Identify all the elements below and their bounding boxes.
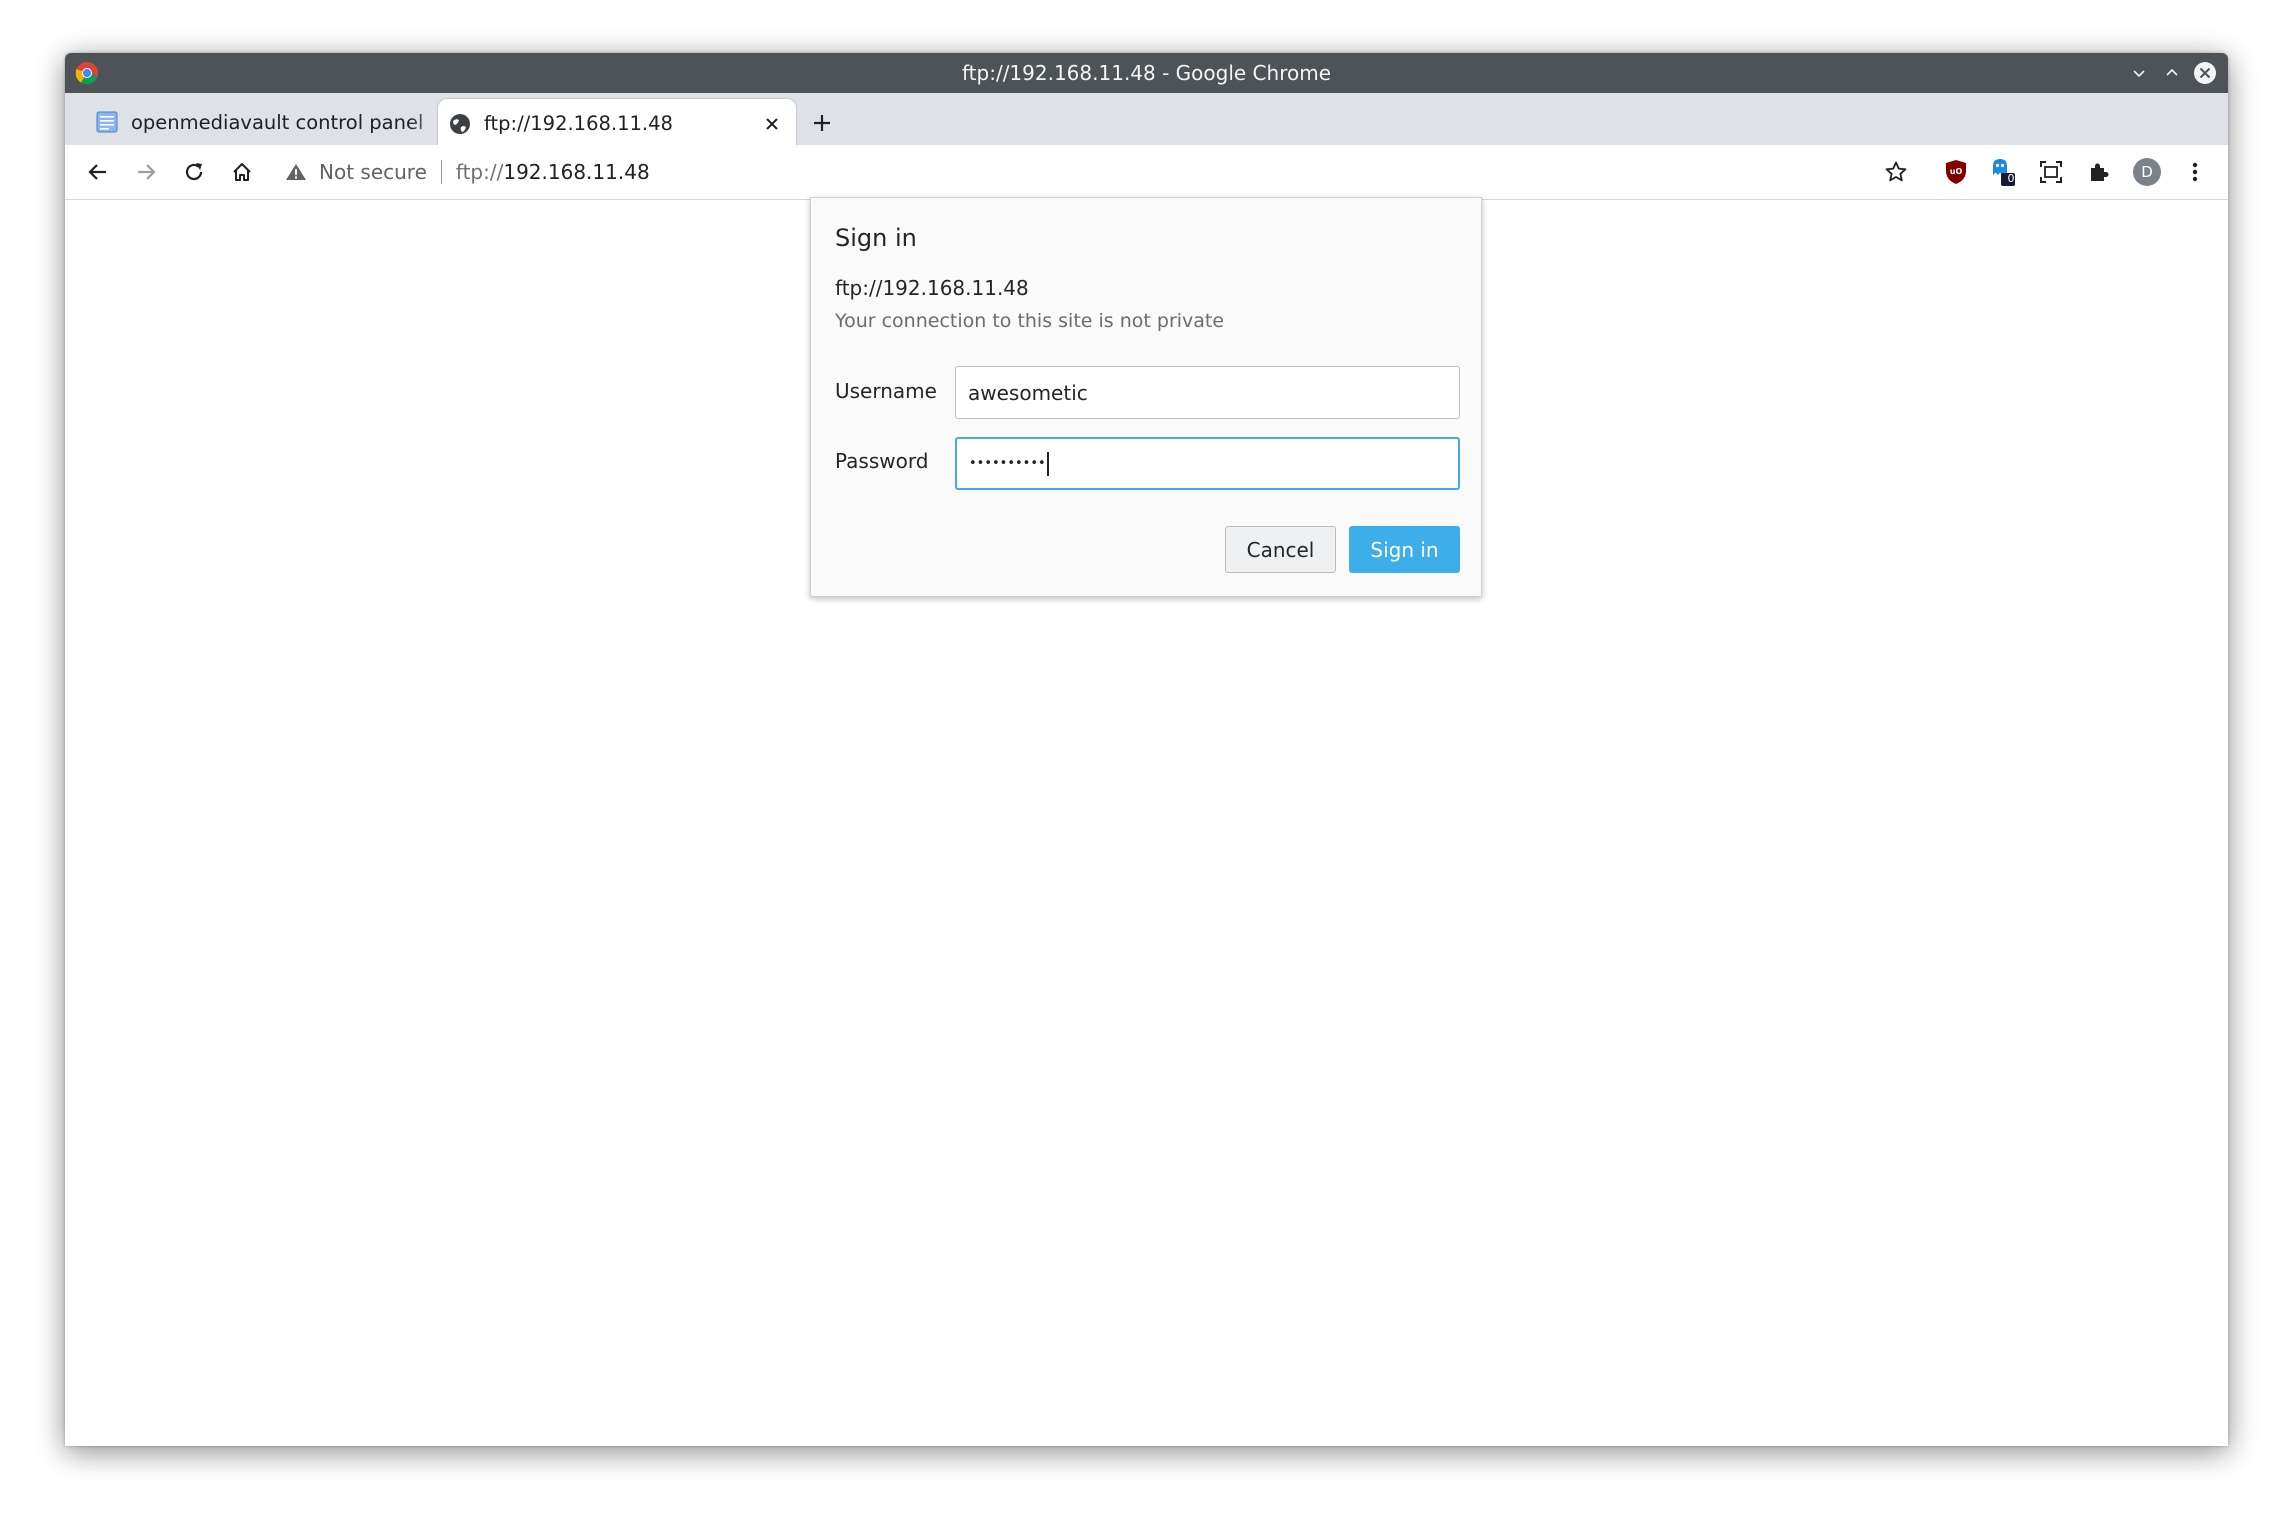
ghostery-extension-button[interactable]: 0 bbox=[1987, 156, 2019, 188]
title-bar: ftp://192.168.11.48 - Google Chrome bbox=[65, 53, 2228, 93]
avatar: D bbox=[2133, 158, 2161, 186]
star-icon bbox=[1885, 161, 1907, 182]
screenshot-extension-button[interactable] bbox=[2035, 156, 2067, 188]
tab-openmediavault[interactable]: openmediavault control panel bbox=[85, 98, 495, 146]
puzzle-icon bbox=[2091, 163, 2109, 181]
arrow-right-icon bbox=[138, 164, 156, 180]
capture-frame-icon bbox=[2040, 161, 2062, 183]
ublock-extension-button[interactable]: uO bbox=[1940, 156, 1972, 188]
omnibox-separator bbox=[440, 160, 442, 184]
forward-button[interactable] bbox=[130, 156, 162, 188]
url-host: 192.168.11.48 bbox=[503, 160, 650, 184]
document-icon bbox=[96, 111, 118, 133]
chevron-down-icon bbox=[2133, 70, 2145, 78]
window-title: ftp://192.168.11.48 - Google Chrome bbox=[961, 61, 1332, 85]
reload-icon bbox=[185, 163, 203, 181]
ublock-shield-icon: uO bbox=[1946, 160, 1966, 184]
profile-button[interactable]: D bbox=[2131, 156, 2163, 188]
username-value: awesometic bbox=[968, 380, 1088, 405]
minimize-button[interactable] bbox=[2126, 60, 2152, 86]
tab-ftp[interactable]: ftp://192.168.11.48 bbox=[437, 98, 797, 148]
text-caret bbox=[1046, 451, 1049, 476]
tab-label: openmediavault control panel bbox=[131, 110, 424, 134]
maximize-button[interactable] bbox=[2159, 60, 2185, 86]
new-tab-button[interactable] bbox=[807, 108, 837, 138]
tab-label: ftp://192.168.11.48 bbox=[484, 112, 673, 135]
close-icon bbox=[766, 117, 778, 130]
toolbar: Not secure ftp:// 192.168.11.48 uO 0 D bbox=[65, 145, 2228, 200]
plus-icon bbox=[814, 115, 830, 131]
warning-icon bbox=[286, 164, 306, 180]
kebab-menu-icon bbox=[2192, 162, 2198, 182]
security-label: Not secure bbox=[319, 160, 427, 184]
home-button[interactable] bbox=[226, 156, 258, 188]
home-icon bbox=[233, 163, 251, 181]
avatar-initial: D bbox=[2141, 163, 2153, 181]
svg-text:uO: uO bbox=[1950, 167, 1963, 176]
url-scheme: ftp:// bbox=[455, 160, 504, 184]
dialog-title: Sign in bbox=[835, 224, 917, 252]
browser-window: ftp://192.168.11.48 - Google Chrome open… bbox=[65, 53, 2228, 1446]
chrome-menu-button[interactable] bbox=[2179, 156, 2211, 188]
sign-in-button[interactable]: Sign in bbox=[1349, 526, 1460, 573]
reload-button[interactable] bbox=[178, 156, 210, 188]
arrow-left-icon bbox=[88, 164, 106, 180]
sign-in-dialog: Sign in ftp://192.168.11.48 Your connect… bbox=[810, 197, 1482, 597]
globe-icon bbox=[450, 113, 470, 134]
username-label: Username bbox=[835, 379, 937, 403]
tab-close-button[interactable] bbox=[758, 110, 786, 138]
bookmark-star-button[interactable] bbox=[1880, 156, 1912, 188]
close-icon bbox=[2194, 62, 2216, 84]
privacy-warning: Your connection to this site is not priv… bbox=[835, 310, 1225, 332]
password-mask: •••••••••• bbox=[969, 456, 1046, 471]
password-input[interactable]: •••••••••• bbox=[955, 437, 1460, 490]
username-input[interactable]: awesometic bbox=[955, 366, 1460, 419]
back-button[interactable] bbox=[82, 156, 114, 188]
extensions-menu-button[interactable] bbox=[2083, 156, 2115, 188]
password-label: Password bbox=[835, 449, 929, 473]
chevron-up-icon bbox=[2166, 68, 2178, 76]
omnibox[interactable]: Not secure ftp:// 192.168.11.48 bbox=[285, 151, 1905, 193]
extension-badge-count: 0 bbox=[2007, 172, 2015, 185]
window-close-button[interactable] bbox=[2192, 60, 2218, 86]
dialog-url: ftp://192.168.11.48 bbox=[835, 276, 1029, 300]
cancel-button[interactable]: Cancel bbox=[1225, 526, 1336, 573]
